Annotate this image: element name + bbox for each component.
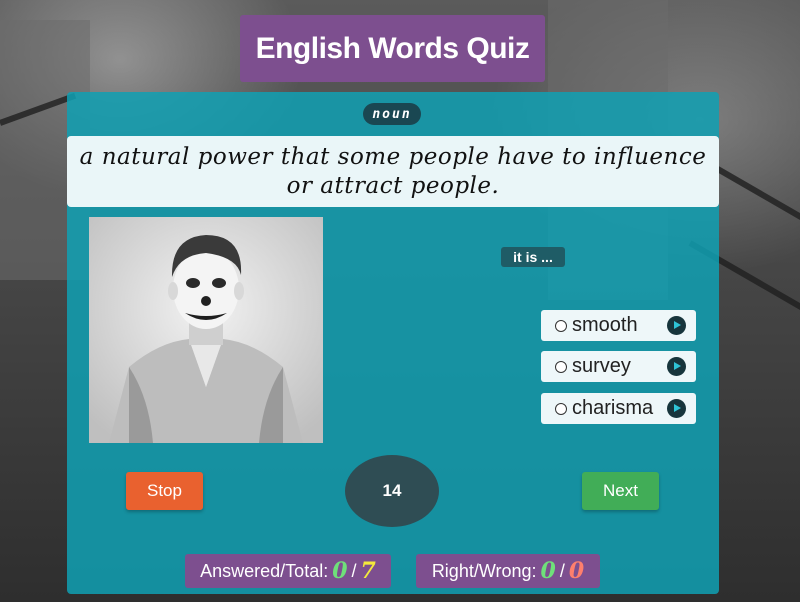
play-icon[interactable] [667,316,686,335]
play-icon[interactable] [667,357,686,376]
separator: / [351,560,357,581]
right-wrong-label: Right/Wrong: [431,560,537,581]
answer-option-label: survey [572,355,631,377]
wrong-count: 0 [568,558,585,584]
answer-option-survey[interactable]: survey [541,351,696,382]
play-icon[interactable] [667,399,686,418]
radio-icon[interactable] [555,360,567,373]
answer-option-smooth[interactable]: smooth [541,310,696,341]
countdown-timer: 14 [345,455,439,527]
prompt-label: it is ... [501,247,565,267]
definition-text-line2: or attract people. [286,172,500,199]
right-count: 0 [540,558,556,584]
answer-option-label: charisma [572,397,654,419]
answered-total-counter: Answered/Total: 0 / 7 [185,554,391,588]
stop-button[interactable]: Stop [126,472,203,510]
quiz-panel: noun a natural power that some people ha… [67,92,719,594]
answered-total-label: Answered/Total: [200,560,329,581]
radio-icon[interactable] [555,402,567,415]
definition-text-line1: a natural power that some people have to… [79,143,707,170]
definition-box: a natural power that some people have to… [67,136,719,207]
answer-option-label: smooth [572,314,638,336]
radio-icon[interactable] [555,319,567,332]
page-title: English Words Quiz [240,15,545,82]
next-button[interactable]: Next [582,472,659,510]
total-count: 7 [360,558,376,584]
right-wrong-counter: Right/Wrong: 0 / 0 [416,554,600,588]
word-illustration-image [89,217,323,443]
answer-option-charisma[interactable]: charisma [541,393,696,424]
answered-count: 0 [332,558,348,584]
separator: / [559,560,565,581]
part-of-speech-badge: noun [363,103,421,125]
